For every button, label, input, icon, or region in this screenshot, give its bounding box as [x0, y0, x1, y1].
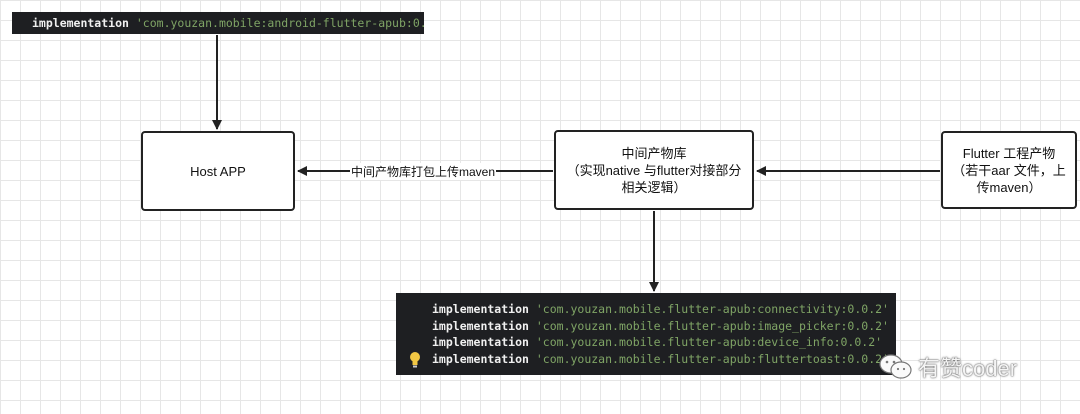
- bottom-code-snippet: implementation 'com.youzan.mobile.flutte…: [396, 293, 896, 375]
- flutter-artifact-box: Flutter 工程产物 （若干aar 文件，上 传maven）: [941, 131, 1077, 209]
- code-keyword: implementation: [432, 318, 529, 333]
- lightbulb-icon[interactable]: [409, 351, 421, 369]
- flutter-box-line: Flutter 工程产物: [962, 145, 1056, 161]
- middle-box-line: 相关逻辑）: [621, 179, 687, 195]
- code-line: implementation 'com.youzan.mobile.flutte…: [432, 318, 896, 335]
- flutter-box-line: 传maven）: [976, 179, 1042, 195]
- code-string: 'com.youzan.mobile.flutter-apub:fluttert…: [535, 351, 889, 366]
- code-keyword: implementation: [432, 335, 529, 350]
- top-code-snippet: implementation 'com.youzan.mobile:androi…: [12, 12, 424, 34]
- flutter-box-line: （若干aar 文件，上: [952, 162, 1066, 178]
- code-string: 'com.youzan.mobile:android-flutter-apub:…: [135, 16, 424, 30]
- code-string: 'com.youzan.mobile.flutter-apub:device_i…: [535, 335, 883, 350]
- code-line: implementation 'com.youzan.mobile.flutte…: [432, 301, 896, 318]
- code-keyword: implementation: [32, 16, 129, 30]
- arrow-label: 中间产物库打包上传maven: [350, 163, 497, 180]
- code-line: implementation 'com.youzan.mobile.flutte…: [432, 351, 896, 368]
- host-app-box: Host APP: [141, 131, 295, 211]
- watermark-text: 有赞coder: [918, 356, 1018, 381]
- host-app-label: Host APP: [190, 163, 246, 179]
- code-keyword: implementation: [432, 302, 529, 316]
- middle-box-line: （实现native 与flutter对接部分: [566, 162, 742, 178]
- middle-box-line: 中间产物库: [621, 145, 687, 161]
- middle-library-box: 中间产物库 （实现native 与flutter对接部分 相关逻辑）: [554, 130, 754, 210]
- code-keyword: implementation: [432, 351, 529, 366]
- code-string: 'com.youzan.mobile.flutter-apub:connecti…: [535, 302, 889, 316]
- watermark: 有赞coder: [878, 352, 1017, 382]
- wechat-icon: [879, 354, 912, 379]
- code-string: 'com.youzan.mobile.flutter-apub:image_pi…: [535, 318, 889, 333]
- code-line: implementation 'com.youzan.mobile.flutte…: [432, 334, 896, 351]
